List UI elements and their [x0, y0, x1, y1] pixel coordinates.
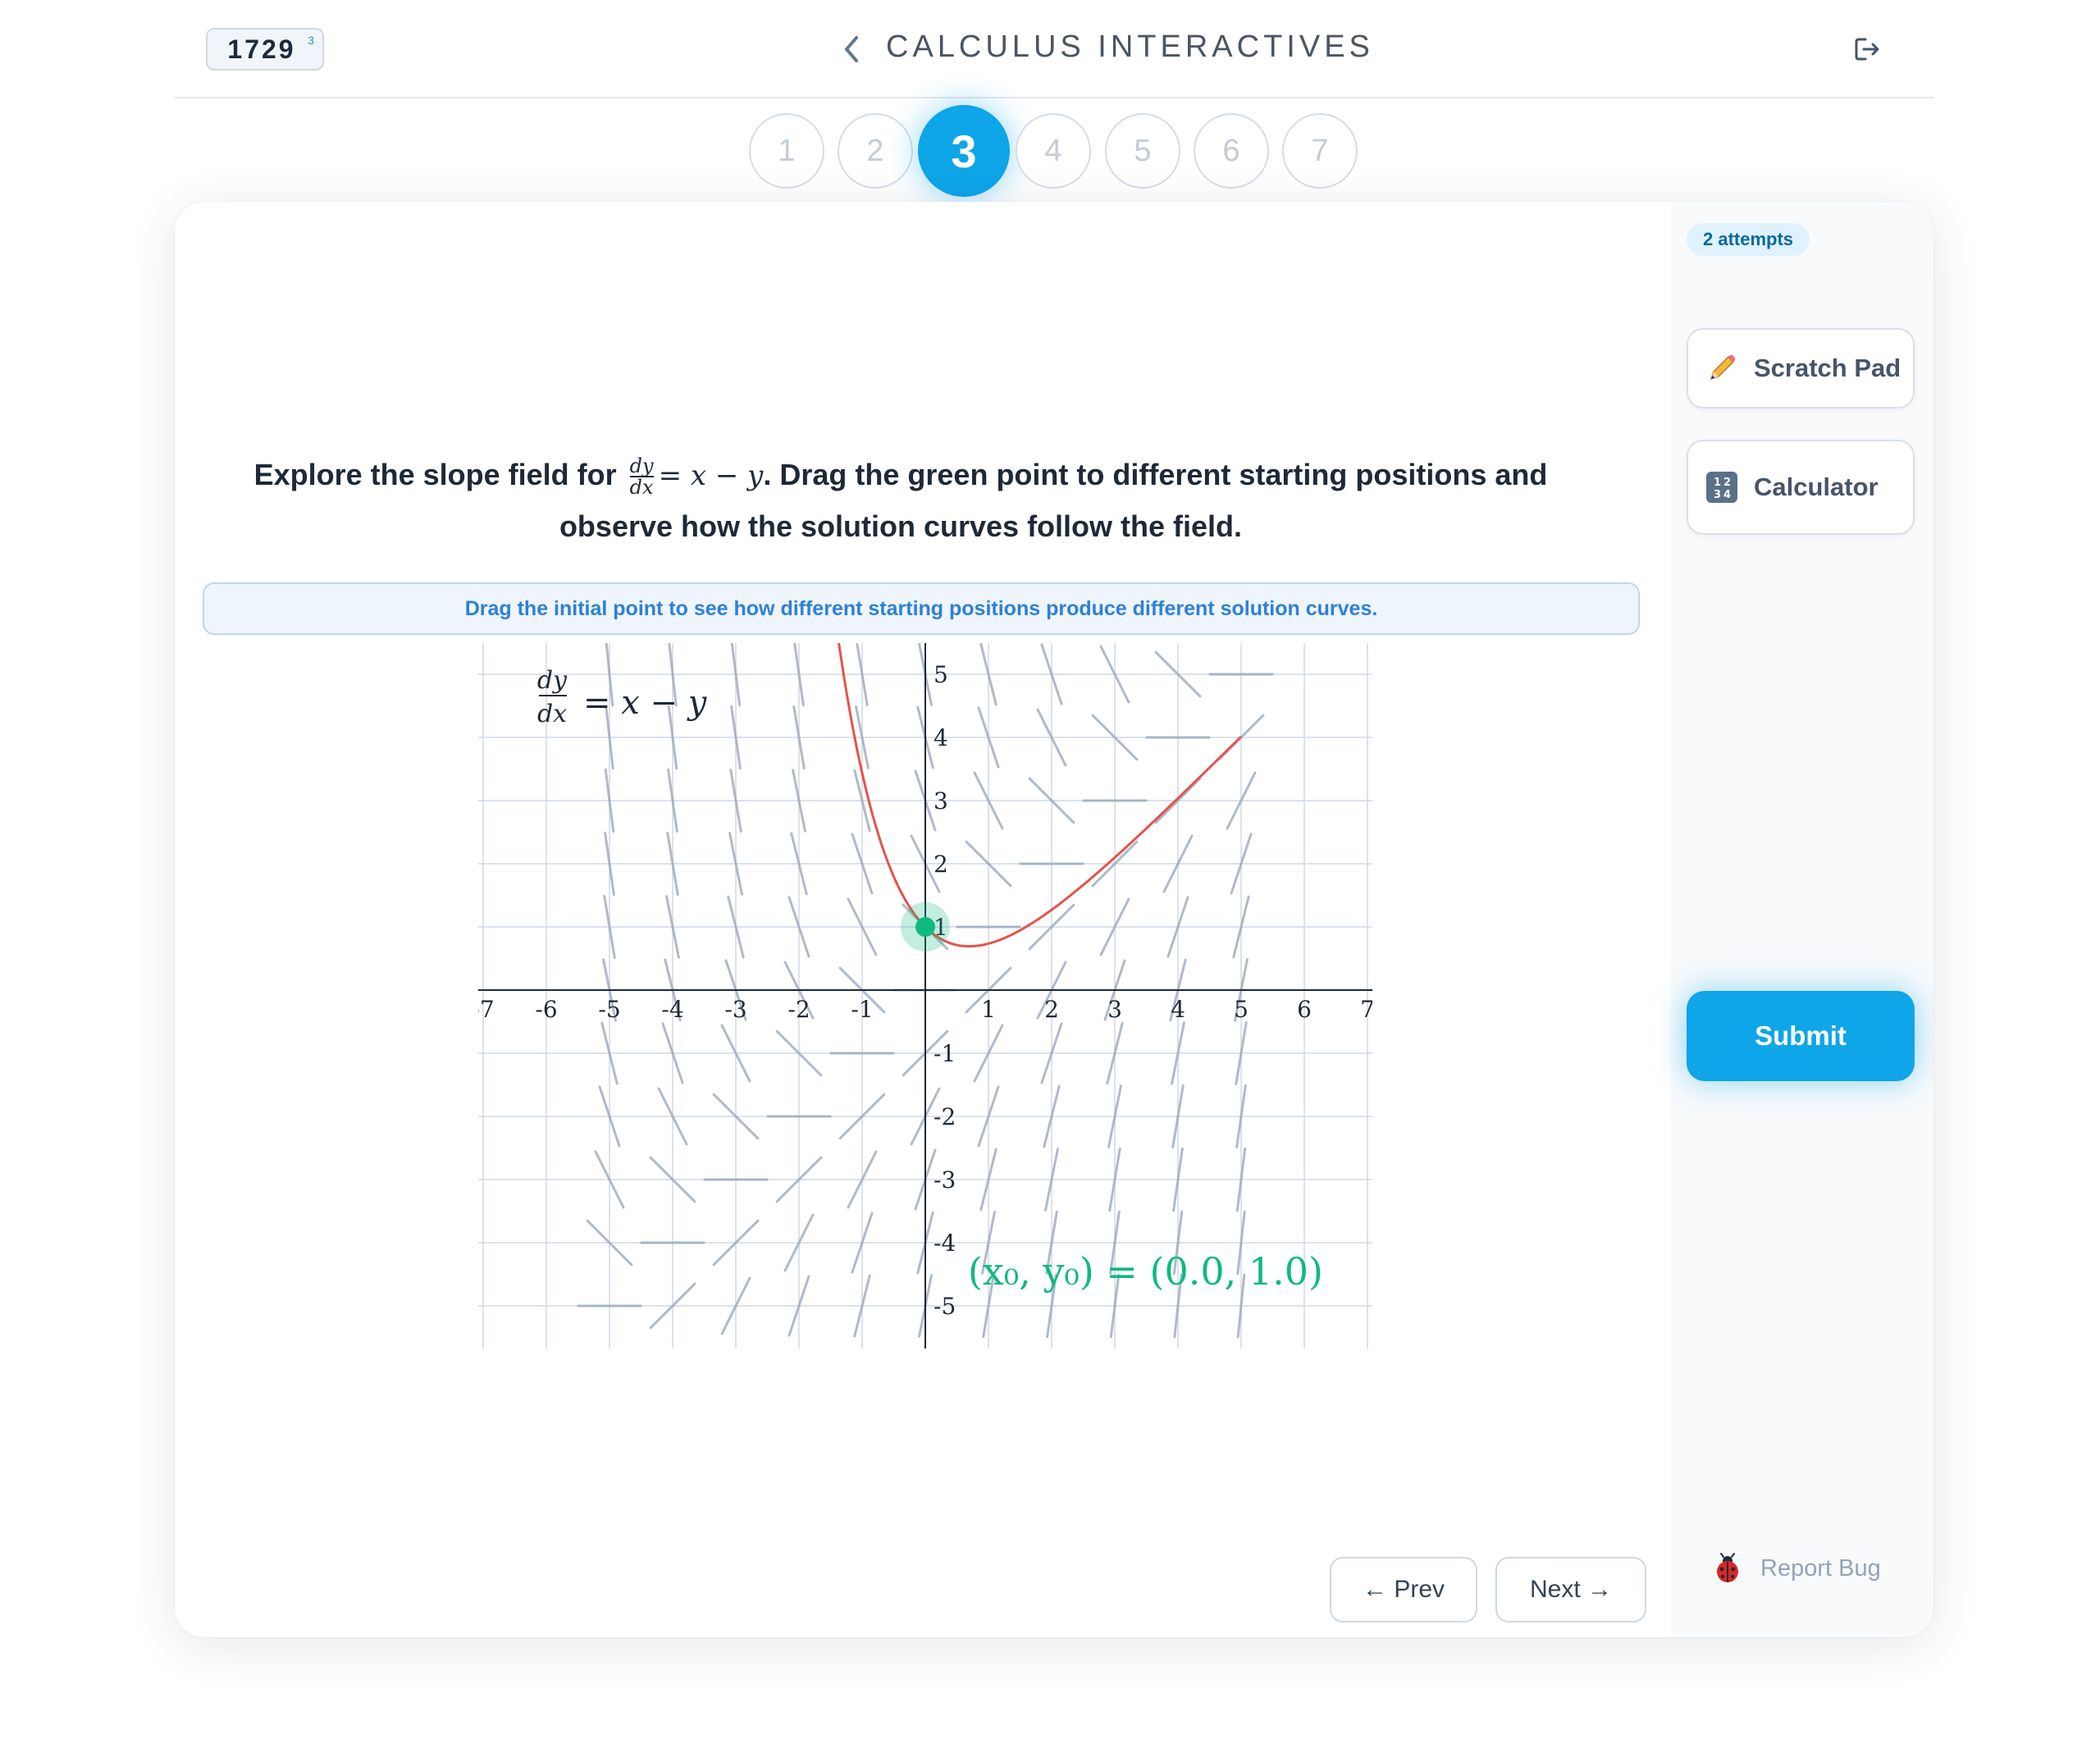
x-tick-label: 7: [1360, 996, 1372, 1023]
x-tick-label: 1: [981, 996, 996, 1023]
report-bug-label: Report Bug: [1760, 1554, 1881, 1582]
x-tick-label: -6: [535, 996, 557, 1023]
y-tick-label: -5: [934, 1293, 956, 1320]
pencil-icon: [1705, 351, 1739, 386]
app-title: CALCULUS INTERACTIVES: [886, 30, 1374, 64]
x-tick-label: 6: [1297, 996, 1312, 1023]
equation-label-rhs: = x − y: [583, 684, 708, 722]
submit-button[interactable]: Submit: [1687, 991, 1915, 1081]
fraction-numerator: dy: [629, 454, 654, 478]
step-4[interactable]: 4: [1016, 113, 1091, 189]
solution-curve: [838, 643, 1243, 948]
y-tick-label: 4: [934, 724, 948, 751]
question-card: 2 attempts Scratch Pad 1 2 3 4 Calculato…: [175, 202, 1933, 1637]
prev-button[interactable]: ← Prev: [1330, 1557, 1477, 1623]
question-before: Explore the slope field for: [253, 458, 625, 491]
fraction-denominator: dx: [629, 476, 654, 500]
svg-text:1: 1: [1714, 477, 1721, 489]
side-panel: [1671, 202, 1933, 1637]
x-tick-label: 2: [1044, 996, 1059, 1023]
equation-rhs: = x − y: [658, 459, 764, 492]
scratch-pad-label: Scratch Pad: [1754, 354, 1901, 382]
step-5[interactable]: 5: [1105, 113, 1180, 189]
hint-banner: Drag the initial point to see how differ…: [203, 582, 1640, 635]
counter-value: 1729: [227, 34, 296, 64]
y-tick-label: -1: [934, 1040, 956, 1067]
exit-icon[interactable]: [1852, 34, 1882, 64]
step-3[interactable]: 3: [918, 105, 1010, 197]
y-tick-label: -2: [934, 1103, 956, 1130]
svg-text:3: 3: [1714, 489, 1721, 501]
x-tick-label: -4: [661, 996, 683, 1023]
x-tick-label: 3: [1107, 996, 1122, 1023]
equation-label: dy dx = x − y: [537, 666, 708, 728]
initial-point-readout: (x₀, y₀) = (0.0, 1.0): [968, 1249, 1323, 1294]
step-1[interactable]: 1: [749, 113, 824, 189]
svg-text:2: 2: [1723, 477, 1731, 489]
ladybug-icon: [1717, 1553, 1738, 1582]
y-tick-label: 2: [934, 851, 948, 878]
x-tick-label: 4: [1171, 996, 1185, 1023]
y-tick-label: 5: [934, 661, 948, 688]
slope-field-plot[interactable]: -7-6-5-4-3-2-1123456754321-1-2-3-4-5 dy …: [478, 643, 1372, 1349]
scratch-pad-button[interactable]: Scratch Pad: [1687, 328, 1915, 409]
x-tick-label: -3: [724, 996, 746, 1023]
y-tick-label: -4: [934, 1230, 956, 1257]
svg-text:dx: dx: [537, 700, 567, 728]
x-tick-label: -2: [788, 996, 810, 1023]
chevron-left-icon: [845, 36, 858, 62]
calculator-label: Calculator: [1754, 472, 1879, 501]
back-button[interactable]: [837, 34, 866, 64]
y-tick-label: -3: [934, 1166, 956, 1194]
score-counter: 1729 3: [206, 28, 324, 71]
calculator-button[interactable]: 1 2 3 4 Calculator: [1687, 440, 1915, 535]
question-text: Explore the slope field for dy dx = x − y.…: [224, 450, 1577, 552]
x-tick-label: -1: [851, 996, 873, 1023]
initial-point-handle[interactable]: [915, 917, 935, 937]
x-tick-label: -7: [478, 996, 495, 1023]
svg-text:4: 4: [1723, 489, 1731, 501]
derivative-fraction: dy dx: [629, 454, 654, 500]
report-bug-link[interactable]: Report Bug: [1711, 1552, 1881, 1585]
step-6[interactable]: 6: [1194, 113, 1269, 189]
svg-text:dy: dy: [537, 666, 568, 695]
x-tick-label: -5: [598, 996, 620, 1023]
step-7[interactable]: 7: [1282, 113, 1358, 189]
attempts-badge: 2 attempts: [1687, 223, 1810, 256]
header-divider: [175, 97, 1933, 98]
calculator-icon: 1 2 3 4: [1705, 470, 1739, 504]
y-tick-label: 3: [934, 787, 948, 815]
counter-superscript: 3: [308, 34, 314, 47]
next-button[interactable]: Next →: [1495, 1557, 1646, 1623]
step-2[interactable]: 2: [838, 113, 913, 189]
x-tick-label: 5: [1234, 996, 1249, 1023]
